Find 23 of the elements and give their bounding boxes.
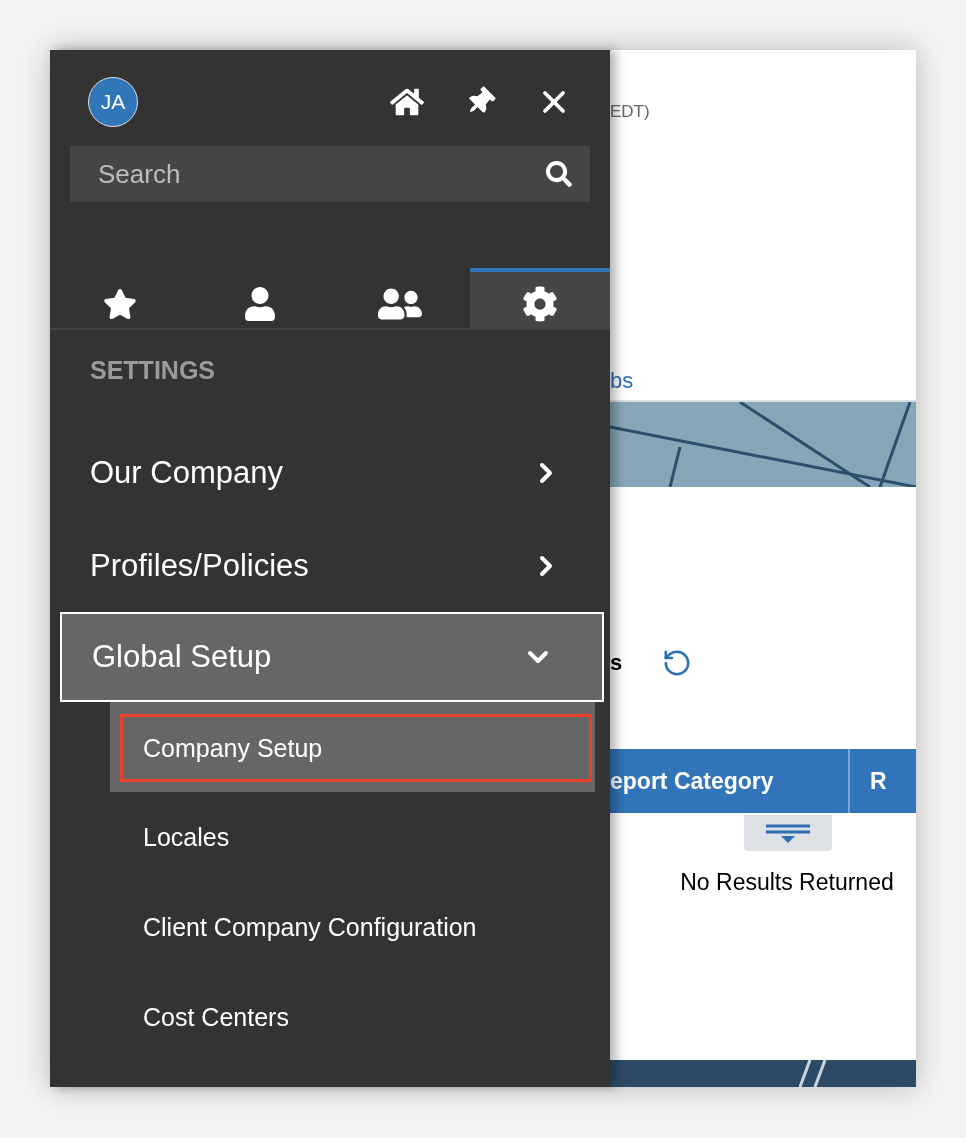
empty-message: No Results Returned	[679, 869, 895, 896]
filter-icon[interactable]	[744, 815, 832, 851]
section-heading: s	[610, 650, 623, 676]
column-header[interactable]: R	[850, 749, 916, 813]
user-avatar[interactable]: JA	[88, 77, 138, 127]
star-icon	[103, 287, 137, 321]
search-icon[interactable]	[546, 161, 572, 187]
menu-item[interactable]: Global Setup	[60, 612, 604, 702]
pin-button[interactable]	[466, 88, 494, 116]
submenu-item[interactable]: Company Setup	[120, 714, 592, 782]
section-title: SETTINGS	[89, 355, 216, 386]
submenu-item[interactable]: Client Company Configuration	[120, 882, 592, 972]
column-header[interactable]: eport Category	[610, 749, 850, 813]
settings-icon	[522, 286, 558, 322]
nav-tab[interactable]	[470, 268, 610, 328]
menu-item[interactable]: Our Company	[50, 426, 610, 519]
submenu-item[interactable]: Locales	[120, 792, 592, 882]
person-icon	[243, 287, 277, 321]
submenu-item[interactable]: Cost Centers	[120, 972, 592, 1062]
menu-item[interactable]: Profiles/Policies	[50, 519, 610, 612]
page-link[interactable]: bs	[610, 368, 916, 400]
search-field[interactable]: Search	[70, 146, 590, 202]
timezone-text: EDT)	[610, 102, 651, 123]
